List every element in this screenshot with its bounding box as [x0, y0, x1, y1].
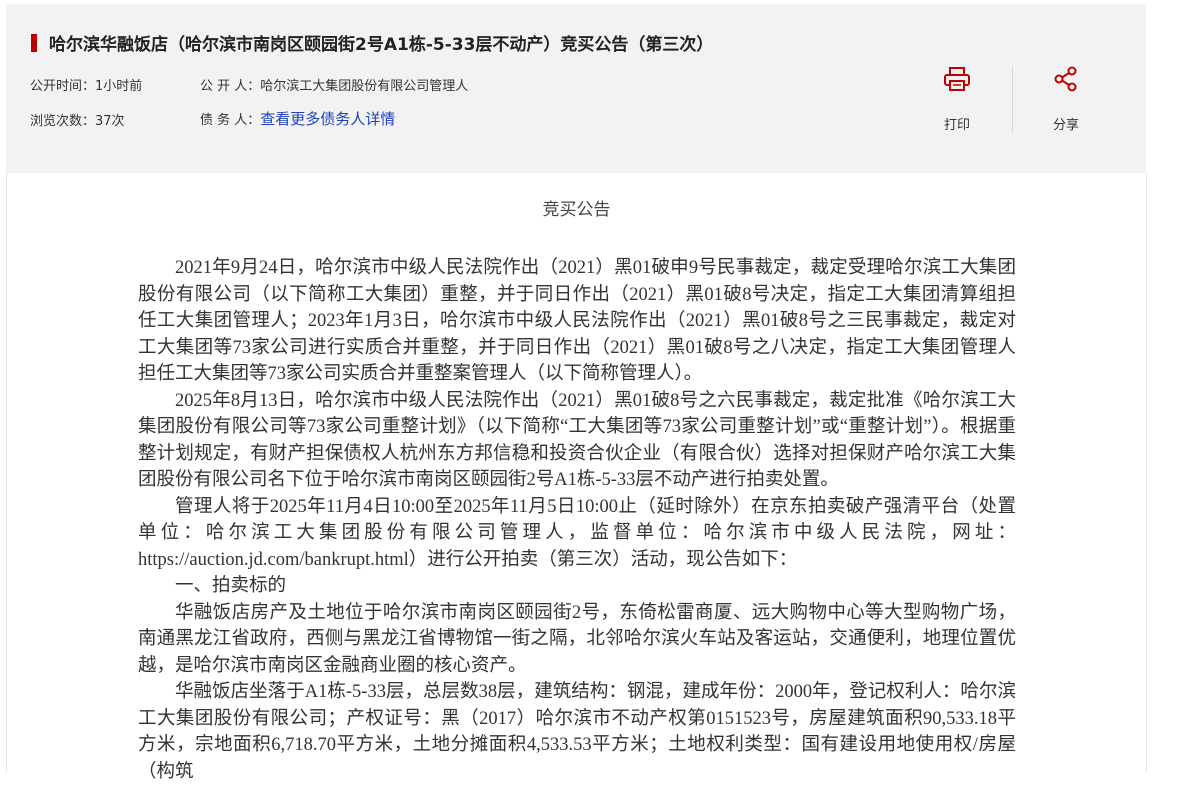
print-button[interactable]: 打印 — [927, 64, 987, 133]
debtor: 债 务 人：查看更多债务人详情 — [200, 108, 395, 129]
paragraph: 2021年9月24日，哈尔滨市中级人民法院作出（2021）黑01破申9号民事裁定… — [138, 258, 1016, 384]
paragraph: 2025年8月13日，哈尔滨市中级人民法院作出（2021）黑01破8号之六民事裁… — [138, 390, 1016, 491]
printer-icon — [927, 64, 987, 94]
publish-time-value: 1小时前 — [95, 79, 143, 94]
page-title: 哈尔滨华融饭店（哈尔滨市南岗区颐园街2号A1栋-5-33层不动产）竞买公告（第三… — [49, 35, 714, 55]
publisher-value: 哈尔滨工大集团股份有限公司管理人 — [260, 79, 469, 94]
announcement-content: 竞买公告 2021年9月24日，哈尔滨市中级人民法院作出（2021）黑01破申9… — [6, 173, 1147, 782]
publisher: 公 开 人：哈尔滨工大集团股份有限公司管理人 — [200, 75, 468, 94]
section-heading: 一、拍卖标的 — [175, 576, 287, 596]
title-bar: 哈尔滨华融饭店（哈尔滨市南岗区颐园街2号A1栋-5-33层不动产）竞买公告（第三… — [31, 30, 713, 55]
announcement-header: 哈尔滨华融饭店（哈尔滨市南岗区颐园街2号A1栋-5-33层不动产）竞买公告（第三… — [6, 4, 1146, 173]
publish-time: 公开时间：1小时前 — [30, 75, 142, 94]
debtor-details-link[interactable]: 查看更多债务人详情 — [260, 110, 395, 128]
view-count: 浏览次数：37次 — [30, 110, 125, 129]
document-body: 2021年9月24日，哈尔滨市中级人民法院作出（2021）黑01破申9号民事裁定… — [138, 255, 1016, 785]
paragraph: 华融饭店房产及土地位于哈尔滨市南岗区颐园街2号，东倚松雷商厦、远大购物中心等大型… — [138, 602, 1016, 676]
share-button[interactable]: 分享 — [1036, 64, 1096, 133]
share-icon — [1036, 64, 1096, 94]
paragraph: 华融饭店坐落于A1栋-5-33层，总层数38层，建筑结构：钢混，建成年份：200… — [138, 682, 1016, 782]
print-label: 打印 — [943, 118, 970, 133]
document-heading: 竞买公告 — [542, 200, 611, 220]
action-divider — [1012, 66, 1013, 132]
debtor-label: 债 务 人： — [200, 113, 261, 128]
publish-time-label: 公开时间： — [30, 79, 96, 94]
view-count-value: 37次 — [95, 114, 125, 129]
publisher-label: 公 开 人： — [200, 79, 261, 94]
share-label: 分享 — [1052, 118, 1079, 133]
view-count-label: 浏览次数： — [30, 114, 96, 129]
paragraph: 管理人将于2025年11月4日10:00至2025年11月5日10:00止（延时… — [138, 496, 1016, 570]
title-accent-mark — [31, 33, 37, 52]
